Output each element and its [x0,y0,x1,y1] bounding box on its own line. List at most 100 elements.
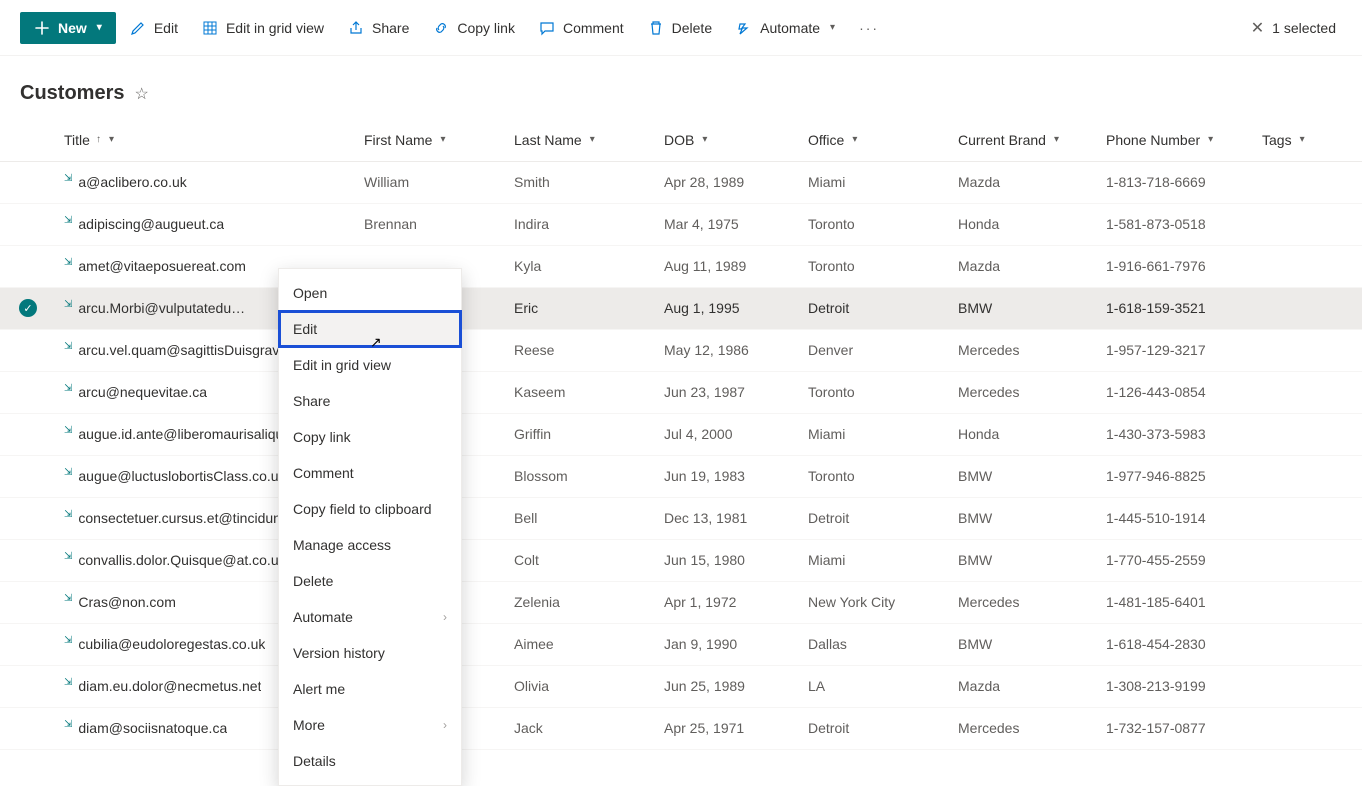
cell-dob: Jul 4, 2000 [656,413,800,455]
list-view[interactable]: Title↑▾ First Name▾ Last Name▾ DOB▾ Offi… [0,119,1362,762]
edit-button[interactable]: Edit [120,12,188,44]
row-select-cell[interactable] [0,623,56,665]
chevron-down-icon: ▾ [97,22,102,33]
item-link-icon: ⇲ [64,299,72,310]
cell-tags [1254,455,1362,497]
row-select-cell[interactable] [0,455,56,497]
cell-office: New York City [800,581,950,623]
cell-phone: 1-481-185-6401 [1098,581,1254,623]
column-header-dob[interactable]: DOB▾ [656,119,800,161]
row-select-cell[interactable] [0,413,56,455]
edit-grid-button[interactable]: Edit in grid view [192,12,334,44]
table-row[interactable]: ⇲augue.id.ante@liberomaurisaliquaGriffin… [0,413,1362,455]
row-select-cell[interactable]: ✓ [0,287,56,329]
comment-button[interactable]: Comment [529,12,634,44]
automate-button[interactable]: Automate ▾ [726,12,845,44]
context-menu-item-label: Delete [293,573,333,589]
row-select-cell[interactable] [0,371,56,413]
cell-office: Detroit [800,707,950,749]
context-menu-item-copy-link[interactable]: Copy link [279,419,461,455]
table-row[interactable]: ⇲diam.eu.dolor@necmetus.netOliviaJun 25,… [0,665,1362,707]
cell-office: Miami [800,539,950,581]
page-title: Customers [20,82,124,105]
context-menu-item-more[interactable]: More› [279,707,461,743]
column-header-last-name[interactable]: Last Name▾ [506,119,656,161]
table-row[interactable]: ⇲cubilia@eudoloregestas.co.ukAimeeJan 9,… [0,623,1362,665]
context-menu-item-label: More [293,717,325,733]
column-header-brand[interactable]: Current Brand▾ [950,119,1098,161]
cell-office: Toronto [800,203,950,245]
cell-phone: 1-957-129-3217 [1098,329,1254,371]
context-menu-item-details[interactable]: Details [279,743,461,779]
edit-button-label: Edit [154,20,178,36]
favorite-star-icon[interactable]: ☆ [134,84,148,104]
table-row[interactable]: ⇲consectetuer.cursus.et@tinciduntDBellDe… [0,497,1362,539]
row-select-cell[interactable] [0,497,56,539]
context-menu-item-label: Details [293,753,336,769]
context-menu-item-label: Copy field to clipboard [293,501,432,517]
context-menu-item-edit-in-grid-view[interactable]: Edit in grid view [279,347,461,383]
cell-title-text: Cras@non.com [78,594,175,610]
row-select-cell[interactable] [0,329,56,371]
row-select-cell[interactable] [0,539,56,581]
new-button[interactable]: New ▾ [20,12,116,44]
table-row[interactable]: ⇲diam@sociisnatoque.caJackApr 25, 1971De… [0,707,1362,749]
cell-phone: 1-618-454-2830 [1098,623,1254,665]
selection-indicator[interactable]: ✕ 1 selected [1245,12,1342,44]
context-menu-item-label: Automate [293,609,353,625]
table-row[interactable]: ✓⇲arcu.Morbi@vulputatedu…⋮EricAug 1, 199… [0,287,1362,329]
table-row[interactable]: ⇲amet@vitaeposuereat.comKylaAug 11, 1989… [0,245,1362,287]
context-menu[interactable]: OpenEdit↖Edit in grid viewShare Copy link… [278,268,462,786]
share-button[interactable]: Share [338,12,419,44]
cell-first-name: William [356,161,506,203]
context-menu-item-delete[interactable]: Delete [279,563,461,599]
context-menu-item-comment[interactable]: Comment [279,455,461,491]
cell-office: Detroit [800,287,950,329]
context-menu-item-version-history[interactable]: Version history [279,635,461,671]
grid-icon [202,20,218,36]
context-menu-item-alert-me[interactable]: Alert me [279,671,461,707]
table-row[interactable]: ⇲convallis.dolor.Quisque@at.co.ukColtJun… [0,539,1362,581]
cell-title[interactable]: ⇲a@aclibero.co.uk [56,161,356,203]
trash-icon [648,20,664,36]
context-menu-item-manage-access[interactable]: Manage access [279,527,461,563]
cell-office: Toronto [800,371,950,413]
row-select-cell[interactable] [0,161,56,203]
cell-title-text: arcu.Morbi@vulputatedu… [78,300,245,316]
row-select-cell[interactable] [0,203,56,245]
row-select-cell[interactable] [0,245,56,287]
cell-tags [1254,413,1362,455]
row-select-cell[interactable] [0,707,56,749]
context-menu-item-edit[interactable]: Edit↖ [279,311,461,347]
cell-brand: Mercedes [950,371,1098,413]
cell-last-name: Smith [506,161,656,203]
context-menu-item-share[interactable]: Share [279,383,461,419]
cell-last-name: Olivia [506,665,656,707]
context-menu-item-open[interactable]: Open [279,275,461,311]
cell-tags [1254,665,1362,707]
column-header-first-name[interactable]: First Name▾ [356,119,506,161]
context-menu-item-automate[interactable]: Automate› [279,599,461,635]
cell-title[interactable]: ⇲adipiscing@augueut.ca [56,203,356,245]
copylink-button[interactable]: Copy link [423,12,525,44]
table-row[interactable]: ⇲arcu.vel.quam@sagittisDuisgravidReeseMa… [0,329,1362,371]
column-header-tags[interactable]: Tags▾ [1254,119,1362,161]
row-select-cell[interactable] [0,581,56,623]
table-row[interactable]: ⇲arcu@nequevitae.caKaseemJun 23, 1987Tor… [0,371,1362,413]
table-row[interactable]: ⇲augue@luctuslobortisClass.co.ukBlossomJ… [0,455,1362,497]
row-select-cell[interactable] [0,665,56,707]
cell-last-name: Indira [506,203,656,245]
column-header-title[interactable]: Title↑▾ [56,119,356,161]
column-header-phone[interactable]: Phone Number▾ [1098,119,1254,161]
cell-brand: BMW [950,287,1098,329]
context-menu-item-copy-field-to-clipboard[interactable]: Copy field to clipboard [279,491,461,527]
table-row[interactable]: ⇲a@aclibero.co.ukWilliamSmithApr 28, 198… [0,161,1362,203]
overflow-button[interactable]: ··· [849,12,889,44]
close-icon[interactable]: ✕ [1251,18,1264,38]
chevron-down-icon: ▾ [1300,134,1305,145]
context-menu-item-label: Copy link [293,429,351,445]
delete-button[interactable]: Delete [638,12,722,44]
table-row[interactable]: ⇲adipiscing@augueut.caBrennanIndiraMar 4… [0,203,1362,245]
column-header-office[interactable]: Office▾ [800,119,950,161]
table-row[interactable]: ⇲Cras@non.comZeleniaApr 1, 1972New York … [0,581,1362,623]
